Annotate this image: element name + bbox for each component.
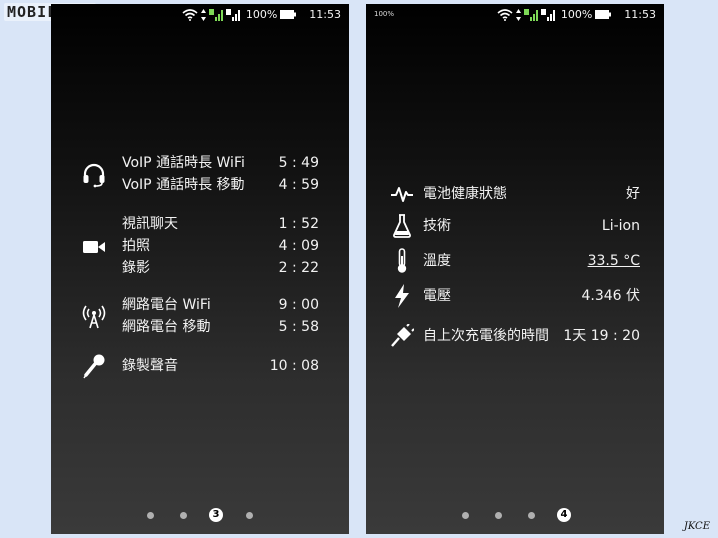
page-dot[interactable]: [462, 512, 469, 519]
battery-percent: 100%: [560, 8, 593, 21]
stat-row: 錄影 2 : 22: [122, 260, 319, 276]
page-indicator: 3: [51, 508, 349, 524]
technology-row: 技術 Li-ion: [388, 211, 640, 241]
status-small-text: 100%: [374, 10, 395, 18]
microphone-icon: [79, 351, 109, 381]
battery-health-row: 電池健康狀態 好: [388, 179, 640, 209]
wifi-icon: [497, 8, 513, 21]
page-dot[interactable]: [246, 512, 253, 519]
radio-tower-icon: [79, 302, 109, 332]
data-arrows-icon: [515, 8, 521, 21]
sim2-signal-icon: [225, 8, 240, 21]
voltage-row: 電壓 4.346 伏: [388, 281, 640, 311]
pulse-icon: [388, 179, 416, 209]
lightning-icon: [388, 281, 416, 311]
time-since-charge-row: 自上次充電後的時間 1天 19 : 20: [388, 321, 640, 351]
headset-icon: [79, 160, 109, 190]
status-bar: 100% 11:53: [51, 4, 349, 26]
page-indicator: 4: [366, 508, 664, 524]
thermometer-icon: [388, 246, 416, 276]
temperature-value[interactable]: 33.5 °C: [588, 246, 640, 276]
sim1-signal-icon: [523, 8, 538, 21]
right-screen: 100% 100% 11:53 電池健康狀態 好 技術 Li-ion 溫度 33…: [366, 4, 664, 534]
flask-icon: [388, 211, 416, 241]
stat-row: VoIP 通話時長 WiFi 5 : 49: [122, 155, 319, 171]
status-bar: 100% 100% 11:53: [366, 4, 664, 26]
data-arrows-icon: [200, 8, 206, 21]
video-camera-icon: [79, 232, 109, 262]
battery-percent: 100%: [245, 8, 278, 21]
stat-row: 拍照 4 : 09: [122, 238, 319, 254]
battery-icon: [595, 10, 612, 19]
battery-icon: [280, 10, 297, 19]
page-dot[interactable]: [180, 512, 187, 519]
clock: 11:53: [309, 8, 341, 21]
page-dot[interactable]: [495, 512, 502, 519]
page-dot-active[interactable]: 4: [557, 508, 571, 522]
page-dot[interactable]: [528, 512, 535, 519]
watermark-corner: JKCE: [683, 521, 710, 532]
stat-row: 網路電台 移動 5 : 58: [122, 319, 319, 335]
left-screen: 100% 11:53 VoIP 通話時長 WiFi 5 : 49 VoIP 通話時…: [51, 4, 349, 534]
stat-row: 網路電台 WiFi 9 : 00: [122, 297, 319, 313]
page-dot[interactable]: [147, 512, 154, 519]
wifi-icon: [182, 8, 198, 21]
temperature-row: 溫度 33.5 °C: [388, 246, 640, 276]
stat-row: 視訊聊天 1 : 52: [122, 216, 319, 232]
sim2-signal-icon: [540, 8, 555, 21]
plug-icon: [388, 321, 416, 351]
clock: 11:53: [624, 8, 656, 21]
stat-row: 錄製聲音 10 : 08: [122, 358, 319, 374]
page-dot-active[interactable]: 3: [209, 508, 223, 522]
stat-row: VoIP 通話時長 移動 4 : 59: [122, 177, 319, 193]
sim1-signal-icon: [208, 8, 223, 21]
